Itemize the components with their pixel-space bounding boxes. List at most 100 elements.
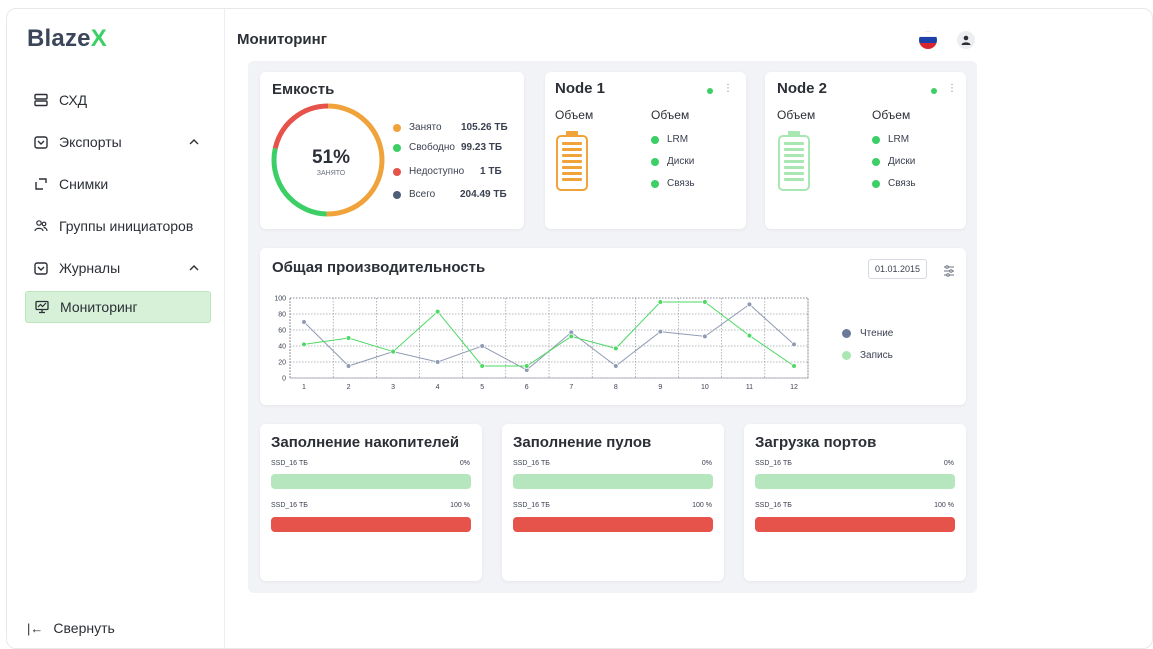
x-tick-label: 3 — [391, 384, 395, 391]
data-point-read — [702, 333, 708, 340]
legend-dot — [393, 123, 401, 132]
legend-label: Всего — [409, 189, 436, 200]
snapshots-icon — [33, 176, 49, 192]
chevron-up-icon[interactable] — [187, 261, 201, 275]
data-point-write — [568, 333, 575, 340]
data-point-write — [657, 299, 664, 305]
sidebar-item-journals[interactable]: Журналы — [25, 247, 211, 289]
data-point-write — [613, 345, 619, 352]
x-tick-label: 10 — [701, 384, 709, 391]
date-picker[interactable]: 01.01.2015 — [868, 259, 928, 279]
bar-label: SSD_16 ТБ — [755, 460, 792, 467]
sidebar-item-label: Журналы — [59, 260, 121, 276]
node-item-label: Диски — [888, 156, 916, 167]
legend-label: Недоступно — [409, 166, 465, 177]
sidebar-item-label: Экспорты — [59, 134, 122, 150]
collapse-sidebar-button[interactable]: |← Свернуть — [27, 620, 115, 636]
fill-bar — [513, 474, 713, 489]
legend-label: Занято — [409, 122, 442, 133]
bar-percent: 100 % — [692, 502, 712, 509]
bar-percent: 100 % — [450, 502, 470, 509]
battery-icon — [556, 131, 588, 191]
filter-settings-icon[interactable] — [943, 265, 955, 277]
legend-label: Запись — [860, 350, 893, 361]
node-volume-label: Объем — [555, 108, 594, 122]
data-point-read — [479, 343, 485, 349]
exports-icon — [33, 134, 49, 150]
node-item-label: Диски — [667, 156, 695, 167]
y-tick-label: 100 — [274, 296, 286, 303]
fill-bar — [755, 517, 955, 532]
legend-total: Всего 204.49 ТБ — [393, 189, 507, 200]
legend-dot — [393, 190, 401, 199]
dashboard-panel: Емкость 51% занято Занято 105.26 ТБ Своб… — [248, 61, 977, 593]
bar-label: SSD_16 ТБ — [271, 502, 308, 509]
status-dot — [651, 157, 659, 166]
y-tick-label: 20 — [278, 360, 286, 367]
user-icon[interactable] — [957, 31, 975, 49]
card-title: Загрузка портов — [755, 434, 877, 451]
legend-label: Чтение — [860, 328, 894, 339]
sidebar-item-snapshots[interactable]: Снимки — [25, 163, 211, 205]
x-tick-label: 4 — [436, 384, 440, 391]
data-point-read — [657, 328, 664, 335]
legend-dot — [842, 351, 851, 360]
legend-unavailable: Недоступно 1 ТБ — [393, 166, 502, 177]
collapse-label: Свернуть — [53, 620, 115, 636]
node-item-label: Связь — [888, 178, 916, 189]
data-point-write — [702, 299, 708, 305]
sidebar-item-exports[interactable]: Экспорты — [25, 121, 211, 163]
node-volume-label-2: Объем — [651, 108, 690, 122]
legend-free: Свободно 99.23 ТБ — [393, 142, 502, 153]
sidebar-item-initiator-groups[interactable]: Группы инициаторов — [25, 205, 211, 247]
logo[interactable]: BlazeX — [27, 25, 107, 53]
data-point-read — [746, 301, 753, 308]
node-item-label: Связь — [667, 178, 695, 189]
x-tick-label: 8 — [614, 384, 618, 391]
data-point-read — [613, 363, 619, 369]
x-tick-label: 11 — [746, 384, 753, 391]
legend-value: 204.49 ТБ — [460, 189, 507, 200]
bar-percent: 100 % — [934, 502, 954, 509]
sidebar-item-storage[interactable]: СХД — [25, 79, 211, 121]
sidebar-item-label: Снимки — [59, 176, 109, 192]
y-tick-label: 80 — [278, 312, 286, 319]
node-item-link: Связь — [651, 178, 695, 189]
performance-title: Общая производительность — [272, 259, 486, 276]
data-point-read — [791, 341, 797, 348]
legend-label: Свободно — [409, 142, 455, 153]
sidebar-item-monitoring[interactable]: Мониторинг — [25, 291, 211, 323]
collapse-arrow-icon: |← — [27, 620, 44, 636]
kebab-menu-icon[interactable]: ⋮ — [947, 83, 957, 94]
x-tick-label: 7 — [569, 384, 573, 391]
bar-label: SSD_16 ТБ — [271, 460, 308, 467]
russia-flag-icon[interactable] — [919, 31, 937, 49]
drive-fill-card: Заполнение накопителей SSD_16 ТБ 0% SSD_… — [260, 424, 482, 581]
node-1-card: Node 1 ⋮ Объем Объем LRM Диски Связь — [545, 72, 746, 229]
legend-used: Занято 105.26 ТБ — [393, 122, 508, 133]
node-2-card: Node 2 ⋮ Объем Объем LRM Диски Связь — [765, 72, 966, 229]
legend-value: 105.26 ТБ — [461, 122, 508, 133]
x-tick-label: 5 — [480, 384, 484, 391]
fill-bar — [271, 517, 471, 532]
data-point-write — [791, 363, 797, 369]
performance-chart: 0204060801001 2 3 4 5 6 7 8 9 10 11 12 — [274, 296, 809, 391]
node-volume-label-2: Объем — [872, 108, 911, 122]
x-tick-label: 9 — [658, 384, 662, 391]
legend-read: Чтение — [842, 328, 893, 339]
chevron-up-icon[interactable] — [187, 135, 201, 149]
status-dot — [651, 179, 659, 188]
node-item-label: LRM — [667, 134, 689, 145]
capacity-title: Емкость — [272, 81, 335, 98]
data-point-write — [390, 348, 396, 355]
bar-label: SSD_16 ТБ — [513, 502, 550, 509]
legend-value: 99.23 ТБ — [461, 142, 503, 153]
fill-bar — [271, 474, 471, 489]
kebab-menu-icon[interactable]: ⋮ — [723, 83, 733, 94]
performance-card: Общая производительность 01.01.2015 0 20 4… — [260, 248, 966, 405]
battery-icon — [778, 131, 810, 191]
journals-icon — [33, 260, 49, 276]
node-item-lrm: LRM — [872, 134, 909, 145]
bar-label: SSD_16 ТБ — [513, 460, 550, 467]
groups-icon — [33, 218, 49, 234]
